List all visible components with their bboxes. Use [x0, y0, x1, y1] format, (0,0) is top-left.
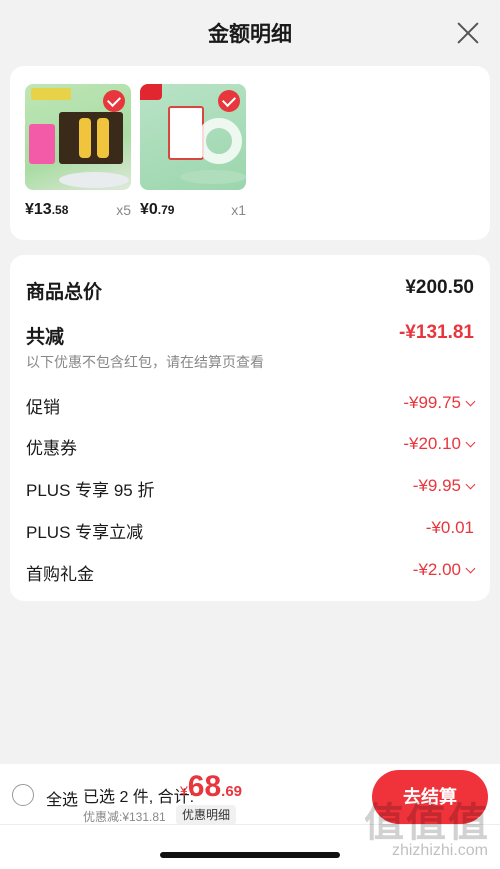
discount-value: -¥20.10	[403, 434, 476, 454]
price-decimal: .58	[51, 203, 69, 217]
discount-label: PLUS 专享立减	[26, 523, 144, 542]
check-icon[interactable]	[103, 90, 125, 112]
discount-amount: -¥2.00	[412, 560, 461, 579]
brand-logo-icon	[31, 88, 71, 100]
discount-detail-button[interactable]: 优惠明细	[176, 805, 237, 825]
select-all-radio[interactable]	[12, 784, 34, 806]
discount-value: -¥2.00	[412, 560, 476, 580]
chevron-down-icon[interactable]	[465, 437, 476, 448]
selected-count: 已选 2 件, 合计:	[83, 789, 195, 806]
price-decimal: .79	[157, 203, 175, 217]
product-image-tape[interactable]	[140, 84, 246, 190]
total-reduce-label: 共减	[26, 327, 65, 348]
price-integer: ¥0	[140, 201, 158, 218]
saved-amount: 优惠减:¥131.81	[83, 810, 166, 824]
ice-cream-box-icon	[59, 112, 123, 164]
header: 金额明细	[0, 0, 500, 64]
discount-amount: -¥99.75	[403, 393, 461, 412]
total-reduce-value: -¥131.81	[398, 322, 474, 343]
ice-icon	[59, 172, 129, 188]
discount-value: -¥9.95	[412, 476, 476, 496]
total-decimal: .69	[221, 783, 243, 800]
discount-note: 以下优惠不包含红包，请在结算页查看	[26, 354, 264, 370]
total-integer: 68	[187, 770, 222, 803]
discount-amount: -¥9.95	[412, 476, 461, 495]
home-indicator[interactable]	[160, 852, 340, 858]
brand-logo-icon	[140, 84, 162, 100]
product-quantity: x5	[116, 202, 131, 218]
close-icon[interactable]	[456, 21, 480, 45]
ice-cream-bar-icon	[79, 118, 91, 158]
total-price-label: 商品总价	[26, 282, 103, 303]
summary-card: 商品总价 ¥200.50 共减 -¥131.81 以下优惠不包含红包，请在结算页…	[10, 255, 490, 601]
total-price-value: ¥200.50	[405, 277, 474, 298]
chevron-down-icon[interactable]	[465, 563, 476, 574]
discount-label: PLUS 专享 95 折	[26, 481, 155, 500]
product-card: ¥13.58 x5 ¥0.79 x1	[10, 66, 490, 240]
product-price: ¥13.58	[25, 201, 68, 219]
price-integer: ¥13	[25, 201, 52, 218]
discount-label: 优惠券	[26, 439, 77, 458]
ice-cream-bar-icon	[97, 118, 109, 158]
discount-label: 首购礼金	[26, 565, 94, 584]
check-icon[interactable]	[218, 90, 240, 112]
grand-total: ¥68.69	[180, 770, 242, 804]
display-base-icon	[180, 170, 246, 184]
tape-roll-icon	[196, 118, 242, 164]
chevron-down-icon[interactable]	[465, 396, 476, 407]
select-all-label[interactable]: 全选	[46, 786, 78, 810]
discount-label: 促销	[26, 398, 60, 417]
page-title: 金额明细	[208, 23, 292, 46]
chevron-down-icon[interactable]	[465, 479, 476, 490]
discount-amount: -¥20.10	[403, 434, 461, 453]
currency-symbol: ¥	[180, 783, 188, 799]
promo-tag-icon	[29, 124, 55, 164]
discount-amount: -¥0.01	[425, 518, 474, 537]
discount-value: -¥99.75	[403, 393, 476, 413]
product-quantity: x1	[231, 202, 246, 218]
watermark-logo: 值值值	[364, 801, 490, 845]
product-image-ice-cream[interactable]	[25, 84, 131, 190]
watermark-url: zhizhizhi.com	[391, 842, 488, 859]
product-price: ¥0.79	[140, 201, 174, 219]
